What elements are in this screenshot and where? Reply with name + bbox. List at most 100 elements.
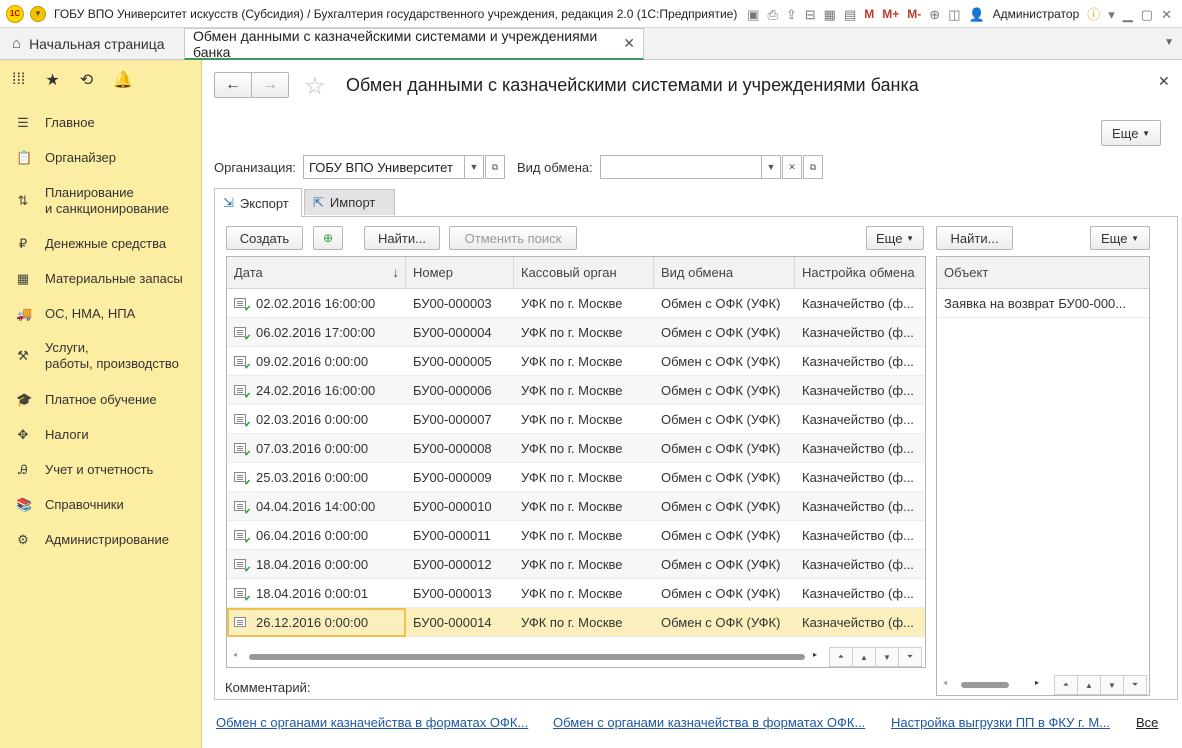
export-table: Дата ↓ Номер Кассовый орган Вид обмена На… xyxy=(226,256,926,668)
sidebar-item-2[interactable]: 📋 Органайзер xyxy=(0,150,116,166)
maximize-icon[interactable]: ▢ xyxy=(1141,8,1153,21)
table-row[interactable]: ✔ 18.04.2016 0:00:01 БУ00-000013 УФК по г. … xyxy=(227,579,925,608)
notifications-icon[interactable]: 🔔 xyxy=(113,70,133,90)
tab-exchange[interactable]: Обмен данными с казначейскими системами … xyxy=(184,28,644,60)
printer-icon[interactable]: ⊟ xyxy=(805,8,816,21)
scroll-right-icon[interactable]: ▸ xyxy=(813,650,817,659)
table-row[interactable]: ✔ 07.03.2016 0:00:00 БУ00-000008 УФК по г. … xyxy=(227,434,925,463)
scroll-left-icon[interactable]: ◂ xyxy=(943,678,947,687)
system-menu-icon[interactable]: ▾ xyxy=(1108,8,1115,21)
memory-plus-button[interactable]: M+ xyxy=(882,7,899,21)
exchange-type-open-icon[interactable]: ⧉ xyxy=(803,155,823,179)
col-date[interactable]: Дата ↓ xyxy=(227,257,406,289)
scroll-bottom-icon[interactable]: ⏷ xyxy=(1123,675,1147,695)
export-hscroll[interactable]: ◂ ▸ xyxy=(229,650,819,663)
calendar-icon[interactable]: ▤ xyxy=(844,8,856,21)
col-number[interactable]: Номер xyxy=(406,257,514,289)
history-icon[interactable]: ⟲ xyxy=(80,70,93,90)
objects-more-button[interactable]: Еще ▼ xyxy=(1090,226,1150,250)
sidebar-item-10[interactable]: Ꭿ Учет и отчетность xyxy=(0,462,153,478)
sidebar-item-12[interactable]: ⚙ Администрирование xyxy=(0,532,169,548)
save-icon[interactable]: ▣ xyxy=(747,8,759,21)
org-field[interactable]: ГОБУ ВПО Университет xyxy=(303,155,465,179)
truck-icon: 🚚 xyxy=(16,306,33,321)
org-open-icon[interactable]: ⧉ xyxy=(485,155,505,179)
favorites-icon[interactable]: ★ xyxy=(45,70,59,90)
sidebar-item-7[interactable]: ⚒ Услуги, работы, производство xyxy=(0,340,179,372)
user-name[interactable]: Администратор xyxy=(993,7,1080,21)
info-icon[interactable]: ⓘ xyxy=(1087,8,1100,21)
cancel-search-button[interactable]: Отменить поиск xyxy=(449,226,577,250)
org-dropdown-icon[interactable]: ▼ xyxy=(464,155,484,179)
scroll-right-icon[interactable]: ▸ xyxy=(1035,678,1039,687)
main-menu-button[interactable]: ▼ xyxy=(30,5,46,22)
footer-link-1[interactable]: Обмен с органами казначейства в форматах… xyxy=(216,715,528,730)
col-exchange-setting[interactable]: Настройка обмена xyxy=(795,257,925,289)
zoom-icon[interactable]: ⊕ xyxy=(929,8,940,21)
table-row[interactable]: ✔ 04.04.2016 14:00:00 БУ00-000010 УФК по г.… xyxy=(227,492,925,521)
create-copy-button[interactable]: ⊕ xyxy=(313,226,343,250)
export-scroll-thumb[interactable] xyxy=(249,654,805,660)
form-more-button[interactable]: Еще ▼ xyxy=(1101,120,1161,146)
exchange-type-clear-icon[interactable]: ✕ xyxy=(782,155,802,179)
table-row[interactable]: ✔ 24.02.2016 16:00:00 БУ00-000006 УФК по г.… xyxy=(227,376,925,405)
create-button[interactable]: Создать xyxy=(226,226,303,250)
back-button[interactable]: ← xyxy=(214,72,252,98)
scroll-down-icon[interactable]: ▼ xyxy=(875,647,899,667)
table-row[interactable]: ✔ 02.02.2016 16:00:00 БУ00-000003 УФК по г.… xyxy=(227,289,925,318)
scroll-bottom-icon[interactable]: ⏷ xyxy=(898,647,922,667)
table-row[interactable]: ✔ 18.04.2016 0:00:00 БУ00-000012 УФК по г. … xyxy=(227,550,925,579)
table-row[interactable]: ✔ 09.02.2016 0:00:00 БУ00-000005 УФК по г. … xyxy=(227,347,925,376)
col-object[interactable]: Объект xyxy=(937,257,1149,289)
objects-scroll-thumb[interactable] xyxy=(961,682,1009,688)
all-functions-icon[interactable]: ⁞⁞⁞ xyxy=(12,71,25,89)
scroll-up-icon[interactable]: ▲ xyxy=(1077,675,1101,695)
find-button[interactable]: Найти... xyxy=(364,226,440,250)
footer-link-2[interactable]: Обмен с органами казначейства в форматах… xyxy=(553,715,865,730)
minimize-icon[interactable]: ▁ xyxy=(1123,8,1133,21)
objects-hscroll[interactable]: ◂ ▸ xyxy=(939,678,1049,691)
upload-icon[interactable]: ⇪ xyxy=(786,8,797,21)
tab-export[interactable]: ⇲ Экспорт xyxy=(214,188,302,217)
scroll-left-icon[interactable]: ◂ xyxy=(233,650,237,659)
table-row[interactable]: ✔ 02.03.2016 0:00:00 БУ00-000007 УФК по г. … xyxy=(227,405,925,434)
calculator-icon[interactable]: ▦ xyxy=(824,8,836,21)
tab-import[interactable]: ⇱ Импорт xyxy=(304,189,395,215)
col-exchange-type[interactable]: Вид обмена xyxy=(654,257,795,289)
sidebar-item-6[interactable]: 🚚 ОС, НМА, НПА xyxy=(0,306,135,322)
print-icon[interactable]: ⎙ xyxy=(767,8,777,21)
sidebar-item-4[interactable]: ₽ Денежные средства xyxy=(0,236,166,252)
sidebar-item-8[interactable]: 🎓 Платное обучение xyxy=(0,392,157,408)
table-row[interactable]: ✔ 06.04.2016 0:00:00 БУ00-000011 УФК по г. … xyxy=(227,521,925,550)
exchange-type-field[interactable] xyxy=(600,155,762,179)
object-row[interactable]: Заявка на возврат БУ00-000... xyxy=(937,289,1149,318)
footer-link-3[interactable]: Настройка выгрузки ПП в ФКУ г. М... xyxy=(891,715,1110,730)
scroll-top-icon[interactable]: ⏶ xyxy=(1054,675,1078,695)
tab-home[interactable]: ⌂ Начальная страница xyxy=(0,28,180,59)
memory-minus-button[interactable]: M- xyxy=(907,7,921,21)
tabs-dropdown-icon[interactable]: ▼ xyxy=(1164,37,1174,48)
table-row[interactable]: 26.12.2016 0:00:00 БУ00-000014 УФК по г. М… xyxy=(227,608,925,637)
close-tab-icon[interactable]: ✕ xyxy=(623,35,635,52)
memory-m-button[interactable]: M xyxy=(864,7,874,21)
objects-find-button[interactable]: Найти... xyxy=(936,226,1013,250)
scroll-down-icon[interactable]: ▼ xyxy=(1100,675,1124,695)
sidebar-item-3[interactable]: ⇅ Планирование и санкционирование xyxy=(0,185,169,217)
col-cash-organ[interactable]: Кассовый орган xyxy=(514,257,654,289)
table-row[interactable]: ✔ 06.02.2016 17:00:00 БУ00-000004 УФК по г.… xyxy=(227,318,925,347)
panel-icon[interactable]: ◫ xyxy=(948,8,960,21)
close-form-icon[interactable]: ✕ xyxy=(1158,73,1170,90)
scroll-up-icon[interactable]: ▲ xyxy=(852,647,876,667)
sidebar-item-1[interactable]: ☰ Главное xyxy=(0,115,95,131)
scroll-top-icon[interactable]: ⏶ xyxy=(829,647,853,667)
sidebar-item-11[interactable]: 📚 Справочники xyxy=(0,497,124,513)
footer-all-link[interactable]: Все xyxy=(1136,715,1158,730)
export-more-button[interactable]: Еще ▼ xyxy=(866,226,924,250)
table-row[interactable]: ✔ 25.03.2016 0:00:00 БУ00-000009 УФК по г. … xyxy=(227,463,925,492)
sidebar-item-9[interactable]: ✥ Налоги xyxy=(0,427,89,443)
close-window-icon[interactable]: ✕ xyxy=(1161,8,1172,21)
exchange-type-dropdown-icon[interactable]: ▼ xyxy=(761,155,781,179)
favorite-star-icon[interactable]: ☆ xyxy=(304,72,326,101)
sidebar-item-5[interactable]: ▦ Материальные запасы xyxy=(0,271,183,287)
forward-button[interactable]: → xyxy=(251,72,289,98)
